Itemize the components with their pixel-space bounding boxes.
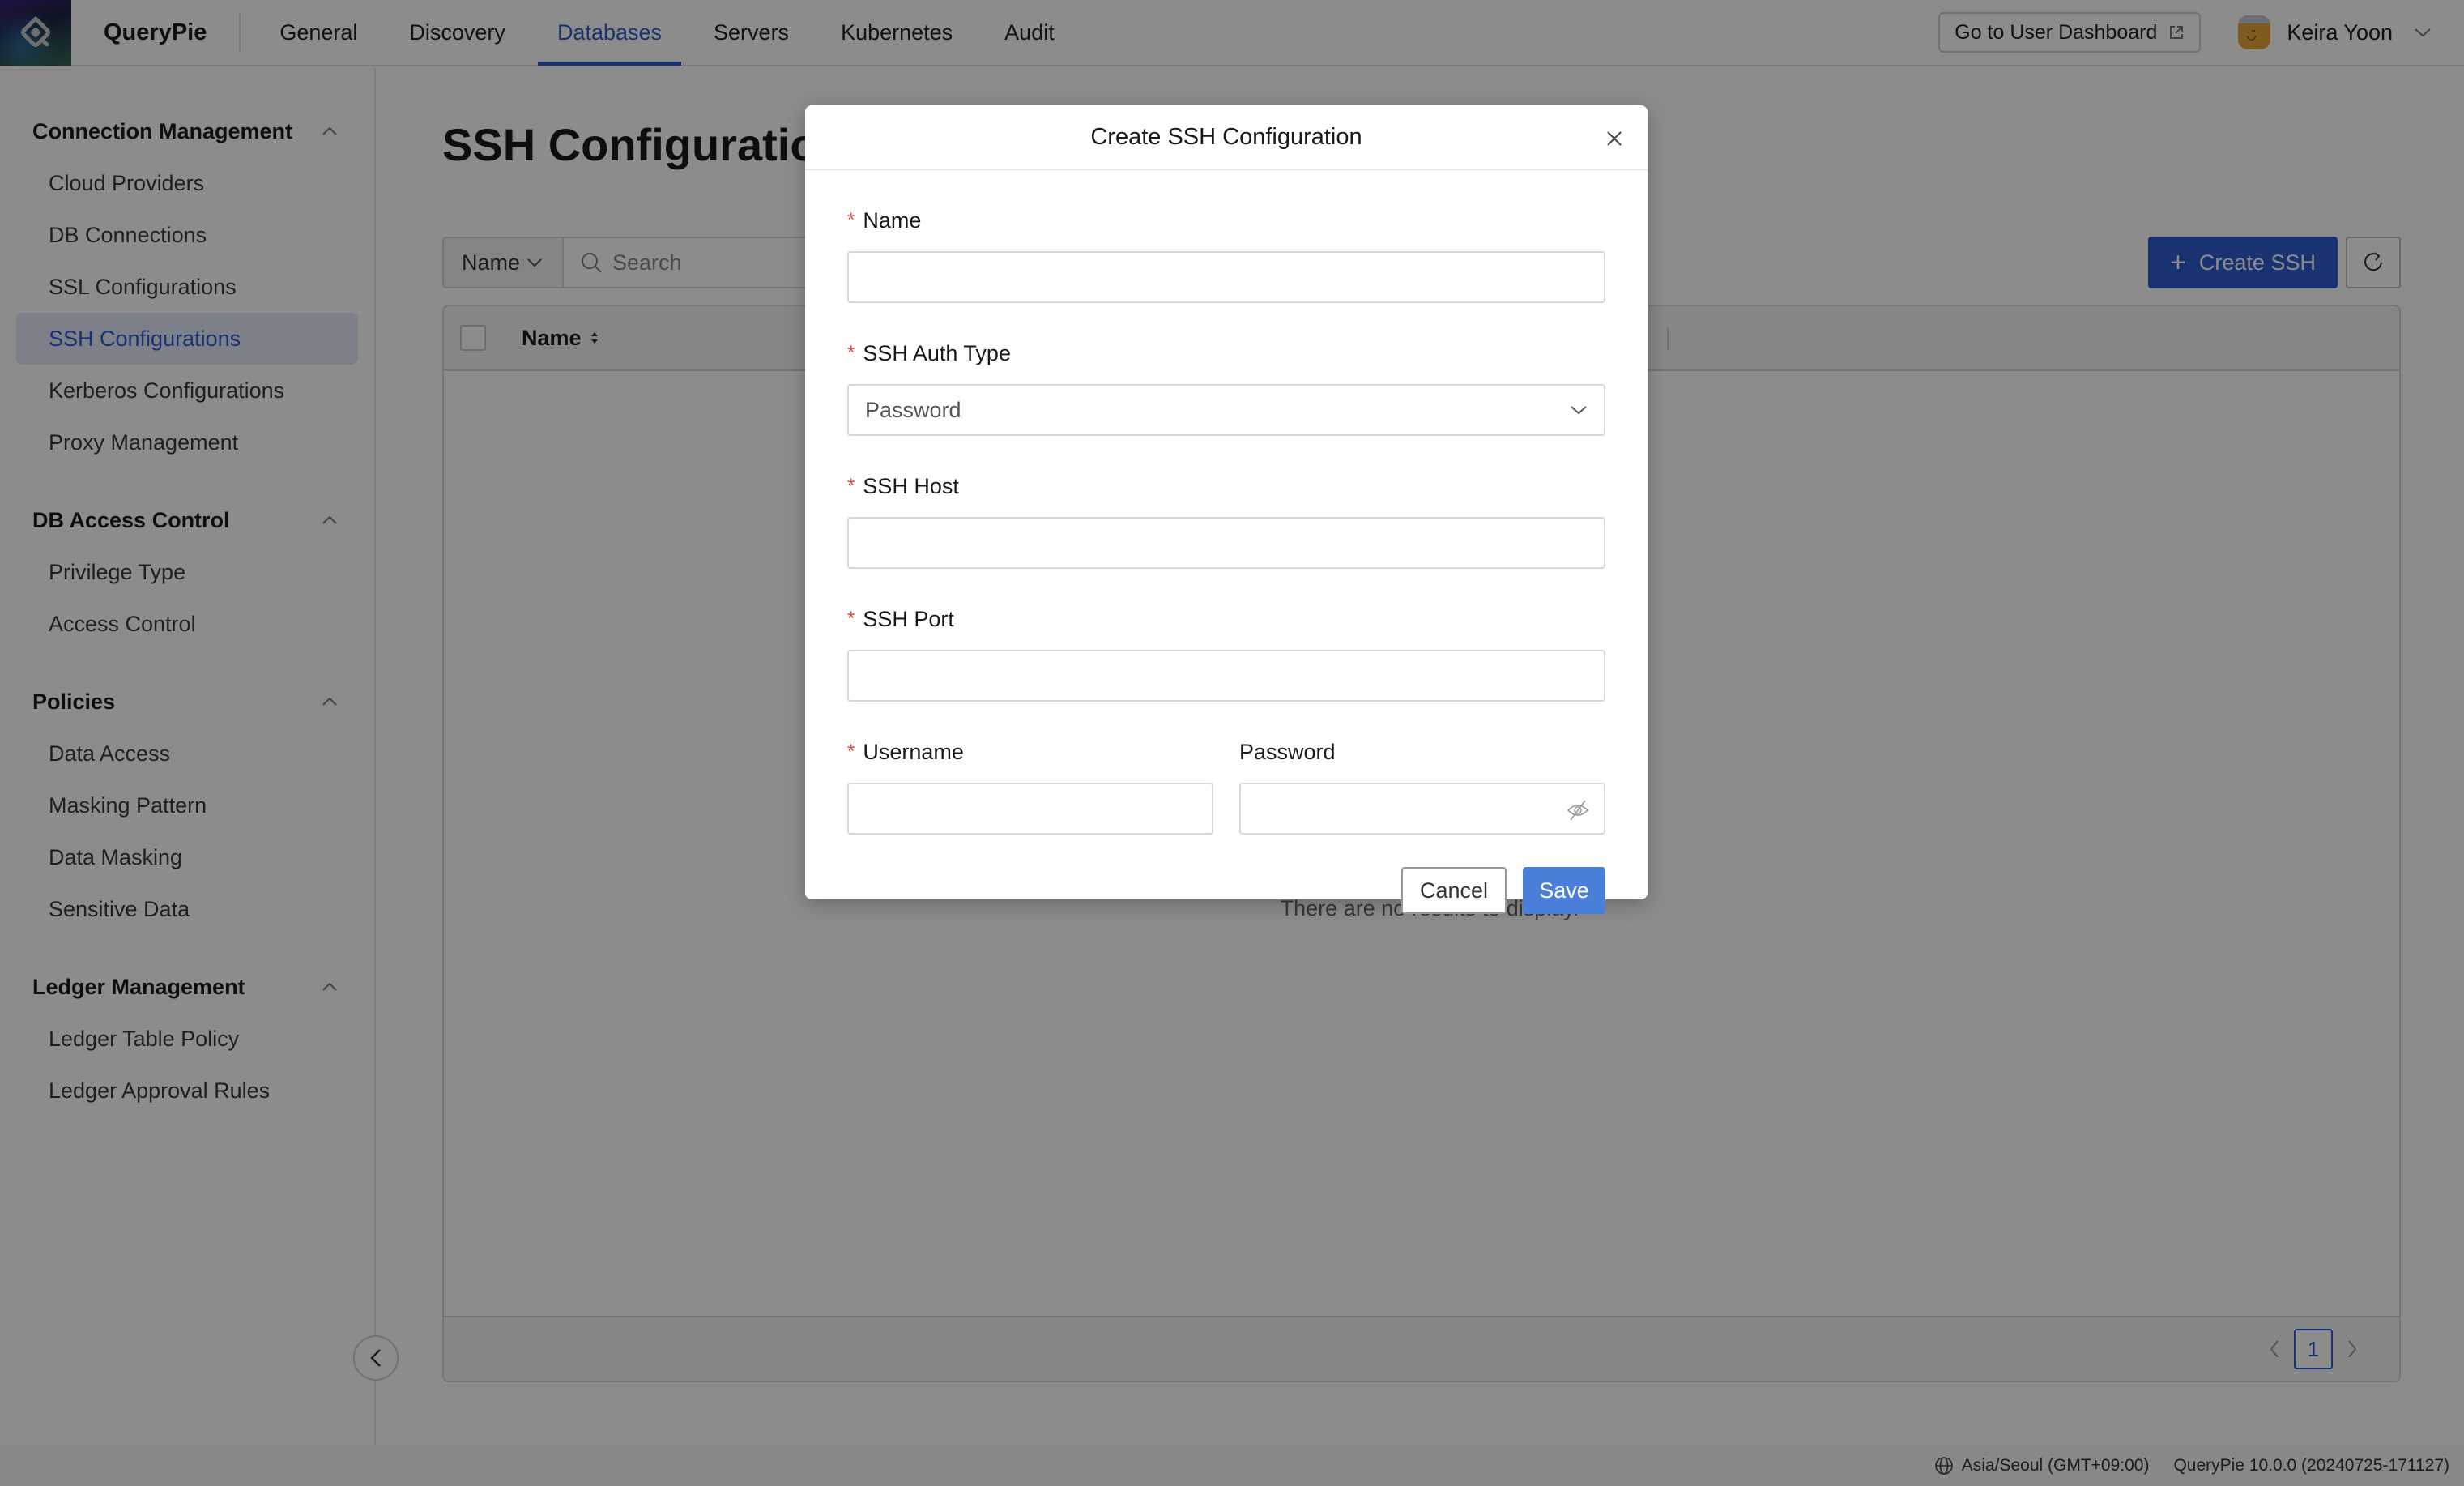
dialog-header: Create SSH Configuration: [805, 105, 1648, 170]
password-label: Password: [1239, 739, 1336, 764]
username-field-group: * Username: [847, 737, 1213, 835]
required-marker: *: [847, 475, 855, 497]
ssh-host-input[interactable]: [847, 517, 1605, 569]
password-input-wrapper: [1239, 766, 1605, 835]
ssh-port-input[interactable]: [847, 650, 1605, 702]
name-label: * Name: [847, 206, 1605, 235]
save-button[interactable]: Save: [1523, 867, 1605, 914]
port-field-group: * SSH Port: [847, 604, 1605, 702]
dialog-body: * Name * SSH Auth Type Password * SSH Ho…: [805, 206, 1648, 914]
close-dialog-button[interactable]: [1602, 126, 1626, 151]
required-marker: *: [847, 741, 855, 762]
password-input[interactable]: [1239, 783, 1605, 835]
username-label-text: Username: [863, 739, 964, 764]
auth-type-label-text: SSH Auth Type: [863, 340, 1011, 365]
auth-type-label: * SSH Auth Type: [847, 339, 1605, 368]
close-icon: [1607, 131, 1622, 146]
auth-type-value: Password: [865, 397, 961, 422]
port-label-text: SSH Port: [863, 606, 954, 631]
ssh-auth-type-select[interactable]: Password: [847, 384, 1605, 436]
required-marker: *: [847, 209, 855, 231]
cancel-button[interactable]: Cancel: [1401, 867, 1507, 914]
credentials-row: * Username Password: [847, 737, 1605, 835]
password-field-group: Password: [1239, 737, 1605, 835]
username-input[interactable]: [847, 783, 1213, 835]
dialog-actions: Cancel Save: [847, 867, 1605, 914]
host-label: * SSH Host: [847, 472, 1605, 501]
name-field-group: * Name: [847, 206, 1605, 303]
required-marker: *: [847, 342, 855, 364]
host-field-group: * SSH Host: [847, 472, 1605, 569]
create-ssh-configuration-dialog: Create SSH Configuration * Name * SSH Au…: [805, 105, 1648, 914]
name-label-text: Name: [863, 207, 922, 233]
port-label: * SSH Port: [847, 604, 1605, 634]
username-label: * Username: [847, 737, 1213, 766]
dialog-title: Create SSH Configuration: [1090, 123, 1362, 150]
host-label-text: SSH Host: [863, 473, 959, 498]
name-input[interactable]: [847, 251, 1605, 303]
chevron-down-icon: [1571, 406, 1587, 415]
eye-off-icon[interactable]: [1565, 797, 1591, 823]
required-marker: *: [847, 608, 855, 630]
auth-type-field-group: * SSH Auth Type Password: [847, 339, 1605, 436]
